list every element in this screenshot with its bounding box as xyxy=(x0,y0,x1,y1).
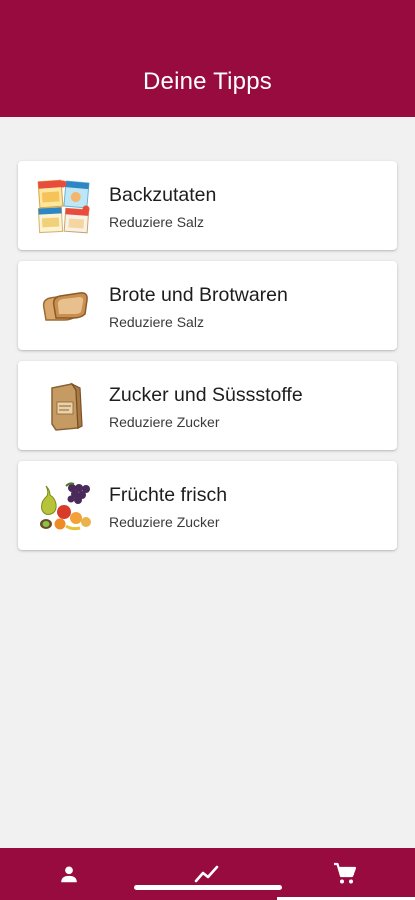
home-indicator[interactable] xyxy=(134,885,282,890)
bottom-tab-bar xyxy=(0,848,415,900)
person-icon xyxy=(61,866,77,883)
app-header: Deine Tipps xyxy=(0,0,415,117)
tab-shopping-cart[interactable] xyxy=(316,848,374,900)
tip-subtitle: Reduziere Zucker xyxy=(109,414,220,430)
tip-subtitle: Reduziere Salz xyxy=(109,214,204,230)
tip-subtitle: Reduziere Salz xyxy=(109,314,204,330)
tip-title: Brote und Brotwaren xyxy=(109,284,288,306)
tip-title: Zucker und Süssstoffe xyxy=(109,384,303,406)
trend-line-icon xyxy=(194,865,219,883)
tip-title: Früchte frisch xyxy=(109,484,228,506)
tip-card-brote[interactable]: Brote und Brotwaren Reduziere Salz xyxy=(18,261,397,350)
tip-card-backzutaten[interactable]: Backzutaten Reduziere Salz xyxy=(18,161,397,250)
tip-card-fruechte[interactable]: Früchte frisch Reduziere Zucker xyxy=(18,461,397,550)
tip-subtitle: Reduziere Zucker xyxy=(109,514,220,530)
sugar-bag-icon xyxy=(51,382,83,431)
page-title: Deine Tipps xyxy=(143,68,272,95)
tips-list: Backzutaten Reduziere Salz Brote und Bro… xyxy=(18,161,397,561)
bread-icon xyxy=(42,292,88,321)
shopping-cart-icon xyxy=(334,862,357,884)
fruit-icon xyxy=(40,482,91,531)
tip-card-zucker[interactable]: Zucker und Süssstoffe Reduziere Zucker xyxy=(18,361,397,450)
tab-statistics[interactable] xyxy=(178,848,236,900)
tip-title: Backzutaten xyxy=(109,184,217,206)
baking-ingredients-icon xyxy=(37,179,90,234)
tab-profile[interactable] xyxy=(40,848,98,900)
